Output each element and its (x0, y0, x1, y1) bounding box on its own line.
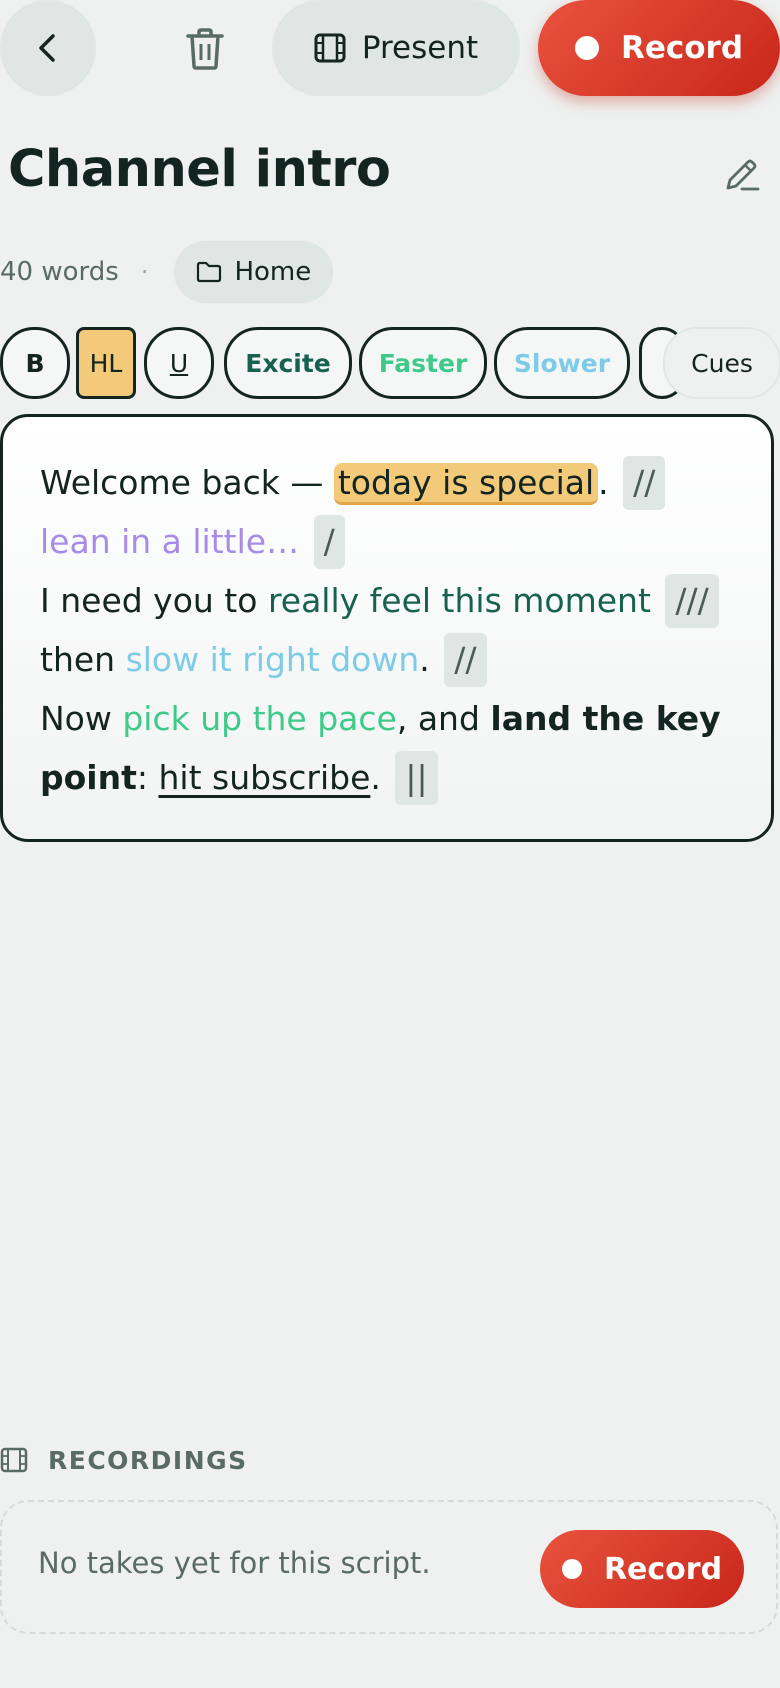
pencil-icon (726, 159, 760, 191)
folder-icon (197, 261, 222, 283)
word-count: 40 words (0, 257, 119, 287)
record-button[interactable]: Record (538, 0, 780, 96)
record-dot-icon (561, 1559, 582, 1579)
record-take-button[interactable]: Record (540, 1530, 744, 1608)
empty-state-text: No takes yet for this script. (38, 1546, 431, 1580)
pause-marker[interactable]: // (623, 456, 666, 510)
film-icon (0, 1447, 28, 1473)
text-segment: , and (396, 699, 491, 738)
record-label: Record (620, 30, 744, 66)
slower-button[interactable]: Slower (494, 327, 630, 399)
text-segment: I need you to (40, 581, 268, 620)
stop-marker[interactable]: || (395, 751, 438, 805)
pause-marker[interactable]: /// (665, 574, 719, 628)
excite-button[interactable]: Excite (224, 327, 352, 399)
present-label: Present (361, 30, 479, 66)
delete-button[interactable] (170, 14, 240, 84)
meta-separator: · (140, 258, 149, 286)
folder-chip[interactable]: Home (174, 241, 334, 303)
trash-icon (186, 28, 224, 70)
text-segment: Now (40, 699, 123, 738)
faster-button[interactable]: Faster (359, 327, 487, 399)
format-toolbar: B HL U Excite Faster Slower Cues (0, 327, 780, 399)
film-icon (314, 33, 346, 63)
underline-button[interactable]: U (144, 327, 214, 399)
text-segment: Welcome back — (40, 463, 334, 502)
pause-marker[interactable]: / (313, 515, 345, 569)
script-title[interactable]: Channel intro (8, 140, 391, 199)
recordings-header: RECORDINGS (0, 1440, 248, 1480)
top-bar: Present Record (0, 0, 780, 96)
present-button[interactable]: Present (272, 0, 520, 96)
faster-text: pick up the pace (122, 699, 397, 738)
record-dot-icon (574, 36, 599, 60)
recordings-label: RECORDINGS (48, 1445, 248, 1475)
recordings-panel: No takes yet for this script. Record (0, 1500, 778, 1634)
text-segment: then (40, 640, 126, 679)
lean-in-text: lean in a little… (40, 522, 300, 561)
pause-marker[interactable]: // (444, 633, 487, 687)
back-button[interactable] (0, 0, 96, 96)
cues-button[interactable]: Cues (663, 327, 780, 399)
record-take-label: Record (603, 1551, 723, 1587)
script-text[interactable]: Welcome back — today is special. // lean… (40, 453, 750, 807)
text-segment: . (419, 640, 430, 679)
underlined-text: hit subscribe (158, 758, 371, 797)
highlight-button[interactable]: HL (76, 327, 136, 399)
script-meta: 40 words · Home (0, 240, 334, 304)
excite-text: really feel this moment (267, 581, 651, 620)
script-editor[interactable]: Welcome back — today is special. // lean… (0, 414, 774, 842)
bold-button[interactable]: B (0, 327, 70, 399)
slower-text: slow it right down (125, 640, 420, 679)
folder-label: Home (234, 257, 312, 287)
text-segment: . (370, 758, 381, 797)
text-segment: . (598, 463, 609, 502)
highlighted-text: today is special (333, 463, 599, 505)
edit-title-button[interactable] (724, 156, 764, 196)
chevron-left-icon (39, 34, 55, 62)
text-segment: : (136, 758, 159, 797)
